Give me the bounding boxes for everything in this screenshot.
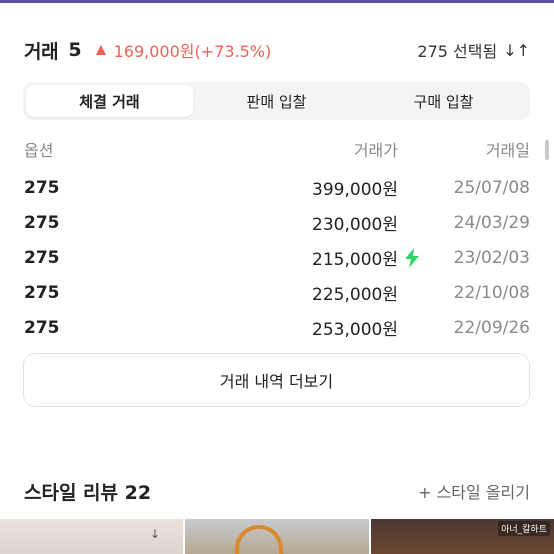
table-row: 275 253,000원 22/09/26 (24, 310, 530, 345)
row-date: 23/02/03 (453, 247, 530, 268)
style-review-thumbnails: ↓ 아너_칼하트 (0, 519, 554, 554)
trade-header: 거래 5 169,000원(+73.5%) 275 선택됨 ↓↑ (24, 36, 530, 64)
row-price: 230,000원 (312, 215, 398, 235)
trade-count: 5 (68, 39, 82, 61)
row-date: 22/10/08 (453, 282, 530, 303)
mirror-frame (235, 525, 284, 554)
table-row: 275 399,000원 25/07/08 (24, 170, 530, 205)
trade-table: 옵션 거래가 거래일 275 399,000원 25/07/08 275 230… (24, 136, 530, 345)
column-option: 옵션 (24, 141, 54, 160)
table-row: 275 225,000원 22/10/08 (24, 275, 530, 310)
table-row: 275 230,000원 24/03/29 (24, 205, 530, 240)
row-option: 275 (24, 282, 60, 303)
row-price: 215,000원 (312, 250, 398, 270)
trade-summary: 거래 5 169,000원(+73.5%) (24, 37, 271, 64)
top-strip (0, 0, 554, 3)
review-thumbnail[interactable]: 아너_칼하트 (370, 519, 554, 554)
review-thumbnail[interactable]: ↓ (0, 519, 184, 554)
selected-size-label: 275 선택됨 (417, 42, 498, 61)
arrow-down-icon: ↓ (150, 527, 161, 541)
row-price: 253,000원 (312, 320, 398, 340)
price-change: 169,000원(+73.5%) (113, 42, 272, 61)
row-option: 275 (24, 212, 60, 233)
upload-style-button[interactable]: + 스타일 올리기 (418, 479, 530, 503)
tab-buy-bids[interactable]: 구매 입찰 (360, 85, 527, 117)
trade-tabs: 체결 거래 판매 입찰 구매 입찰 (23, 82, 530, 120)
row-option: 275 (24, 317, 60, 338)
section-title: 거래 (24, 40, 59, 63)
row-price: 399,000원 (312, 180, 398, 200)
row-option: 275 (24, 177, 60, 198)
more-trades-button[interactable]: 거래 내역 더보기 (23, 353, 530, 407)
style-review-title: 스타일 리뷰 22 (24, 481, 152, 504)
style-review-header: 스타일 리뷰 22 + 스타일 올리기 (24, 476, 530, 506)
thumbnail-tag: 아너_칼하트 (498, 521, 550, 536)
lightning-bolt-icon (405, 247, 419, 268)
row-price: 225,000원 (312, 285, 398, 305)
table-row: 275 215,000원 23/02/03 (24, 240, 530, 275)
column-date: 거래일 (485, 141, 530, 160)
row-option: 275 (24, 247, 60, 268)
triangle-up-icon (95, 45, 106, 55)
size-selector[interactable]: 275 선택됨 ↓↑ (417, 38, 530, 62)
scrollbar[interactable] (545, 140, 549, 160)
row-date: 22/09/26 (453, 317, 530, 338)
table-header: 옵션 거래가 거래일 (24, 136, 530, 162)
row-date: 25/07/08 (453, 177, 530, 198)
review-thumbnail[interactable] (185, 519, 369, 554)
row-date: 24/03/29 (453, 212, 530, 233)
column-price: 거래가 (353, 141, 398, 160)
tab-sell-bids[interactable]: 판매 입찰 (193, 85, 360, 117)
tab-completed-trades[interactable]: 체결 거래 (26, 85, 193, 117)
sort-arrows-icon: ↓↑ (503, 40, 530, 60)
